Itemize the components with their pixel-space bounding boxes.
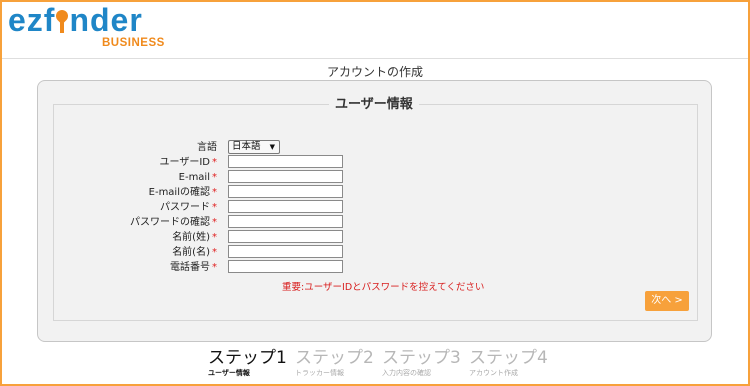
email-confirm-label: E-mailの確認 * bbox=[149, 185, 217, 200]
first-name-input[interactable] bbox=[228, 245, 343, 258]
language-selected-value: 日本語 bbox=[232, 141, 261, 152]
field-label-text: ユーザーID bbox=[159, 157, 210, 168]
first-name-label: 名前(名) * bbox=[172, 245, 217, 260]
email-input[interactable] bbox=[228, 170, 343, 183]
step-subtitle: 入力内容の確認 bbox=[382, 369, 431, 377]
field-label-text: 名前(名) bbox=[172, 247, 210, 258]
form-row-email-confirm: E-mailの確認 * bbox=[0, 185, 360, 200]
important-notice: 重要:ユーザーIDとパスワードを控えてください bbox=[282, 282, 485, 293]
form-row-first-name: 名前(名) * bbox=[0, 245, 360, 260]
form-row-last-name: 名前(姓) * bbox=[0, 230, 360, 245]
dropdown-arrow-icon: ▼ bbox=[269, 143, 275, 151]
email-label: E-mail * bbox=[179, 170, 217, 185]
form-row-language: 言語 日本語 ▼ bbox=[0, 140, 360, 155]
last-name-label: 名前(姓) * bbox=[172, 230, 217, 245]
password-confirm-label: パスワードの確認 * bbox=[130, 215, 217, 230]
page-title: アカウントの作成 bbox=[326, 65, 423, 79]
form-row-email: E-mail * bbox=[0, 170, 360, 185]
password-input[interactable] bbox=[228, 200, 343, 213]
step-title: ステップ4 bbox=[469, 348, 548, 368]
required-marker: * bbox=[212, 187, 217, 198]
step-title: ステップ2 bbox=[295, 348, 374, 368]
field-label-text: 名前(姓) bbox=[172, 232, 210, 243]
field-label-text: パスワード bbox=[160, 202, 210, 213]
step-subtitle: ユーザー情報 bbox=[208, 369, 250, 377]
field-label-text: パスワードの確認 bbox=[130, 217, 210, 228]
field-label-text: E-mailの確認 bbox=[148, 187, 210, 198]
password-confirm-input[interactable] bbox=[228, 215, 343, 228]
required-marker: * bbox=[212, 232, 217, 243]
form-row-phone: 電話番号 * bbox=[0, 260, 360, 275]
required-marker: * bbox=[212, 157, 217, 168]
ezfinder-logo: ezf nder BUSINESS bbox=[8, 2, 178, 52]
logo-business-label: BUSINESS bbox=[102, 37, 165, 49]
field-label-text: E-mail bbox=[178, 172, 210, 183]
language-label: 言語 bbox=[197, 142, 217, 153]
next-button[interactable]: 次へ > bbox=[645, 291, 689, 311]
step-subtitle: トラッカー情報 bbox=[295, 369, 344, 377]
last-name-input[interactable] bbox=[228, 230, 343, 243]
step-subtitle: アカウント作成 bbox=[469, 369, 518, 377]
step-2: ステップ2 トラッカー情報 bbox=[295, 348, 374, 378]
step-indicator: ステップ1 ユーザー情報 ステップ2 トラッカー情報 ステップ3 入力内容の確認… bbox=[0, 348, 750, 386]
phone-label: 電話番号 * bbox=[170, 260, 217, 275]
fieldset-legend: ユーザー情報 bbox=[329, 96, 419, 114]
location-pin-icon bbox=[55, 9, 69, 33]
required-marker: * bbox=[212, 202, 217, 213]
logo-wordmark: ezf nder bbox=[8, 2, 143, 38]
user-id-label: ユーザーID * bbox=[160, 155, 217, 170]
field-label-text: 電話番号 bbox=[170, 262, 210, 273]
required-marker: * bbox=[212, 262, 217, 273]
required-marker: * bbox=[212, 217, 217, 228]
form-row-password: パスワード * bbox=[0, 200, 360, 215]
header-divider bbox=[2, 58, 748, 59]
step-title: ステップ3 bbox=[382, 348, 461, 368]
form-row-user-id: ユーザーID * bbox=[0, 155, 360, 170]
step-1: ステップ1 ユーザー情報 bbox=[208, 348, 287, 378]
step-3: ステップ3 入力内容の確認 bbox=[382, 348, 461, 378]
form-row-password-confirm: パスワードの確認 * bbox=[0, 215, 360, 230]
step-title: ステップ1 bbox=[208, 348, 287, 368]
email-confirm-input[interactable] bbox=[228, 185, 343, 198]
password-label: パスワード * bbox=[160, 200, 217, 215]
required-marker: * bbox=[212, 172, 217, 183]
step-4: ステップ4 アカウント作成 bbox=[469, 348, 548, 378]
language-select[interactable]: 日本語 ▼ bbox=[228, 140, 280, 154]
phone-input[interactable] bbox=[228, 260, 343, 273]
required-marker: * bbox=[212, 247, 217, 258]
user-id-input[interactable] bbox=[228, 155, 343, 168]
